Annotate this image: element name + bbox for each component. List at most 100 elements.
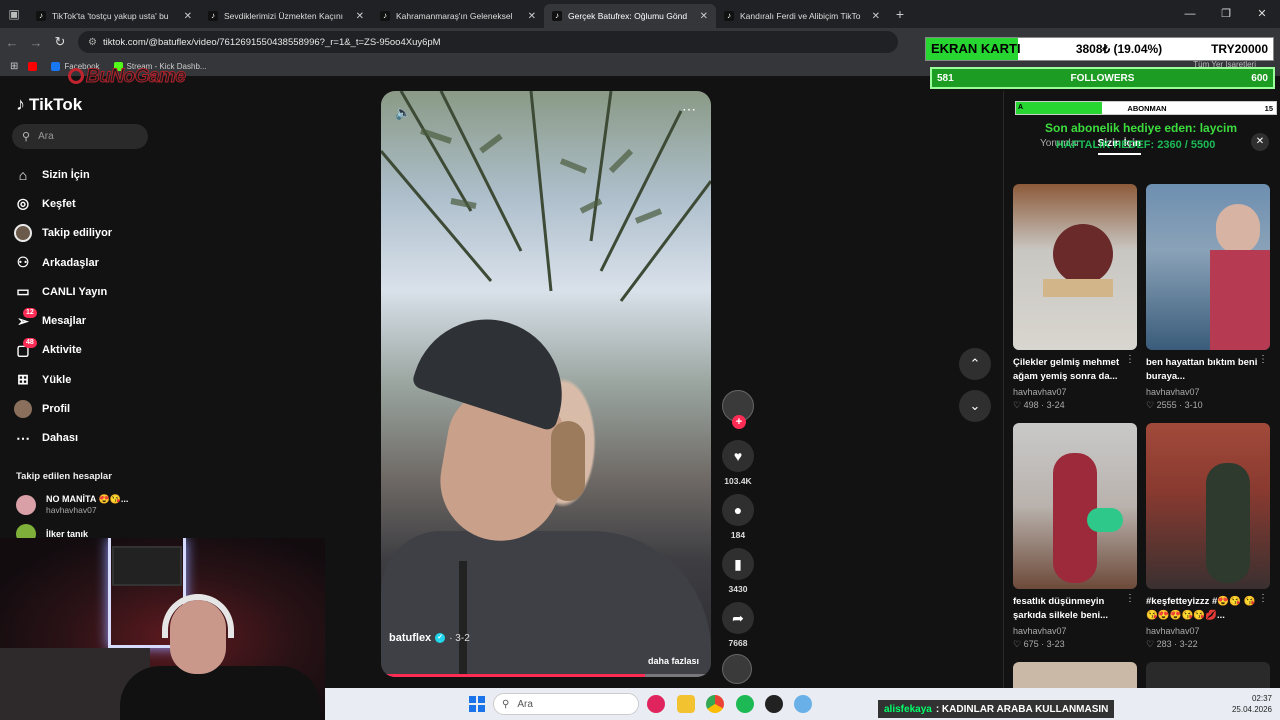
sidebar-item-more[interactable]: ⋯ Dahası <box>14 424 154 453</box>
tiktok-favicon-icon: ♪ <box>724 11 734 21</box>
close-tab-icon[interactable]: ✕ <box>700 11 708 22</box>
app-blue-icon[interactable] <box>794 695 812 713</box>
more-options-icon[interactable]: ⋮ <box>1125 593 1135 604</box>
weekly-goal-overlay: HAFTALIK HEDEF: 2360 / 5500 <box>1056 139 1216 151</box>
app-red-icon[interactable] <box>647 695 665 713</box>
video-card[interactable]: ⋮ ben hayattan bıktım beni buraya... hav… <box>1146 184 1270 411</box>
video-player[interactable]: 🔈 ⋯ batuflex ✓ · 3-2 daha fazlası <box>381 91 711 677</box>
reload-icon[interactable]: ↻ <box>48 34 72 50</box>
heart-outline-icon: ♡ <box>1146 639 1157 649</box>
heart-outline-icon: ♡ <box>1013 400 1024 410</box>
following-avatar-slot <box>14 224 32 243</box>
previous-video-button[interactable]: ⌃ <box>959 348 991 380</box>
more-options-icon[interactable]: ⋮ <box>1258 354 1268 365</box>
forward-icon[interactable]: → <box>24 35 48 50</box>
search-icon: ⚲ <box>22 131 31 143</box>
new-tab-button[interactable]: + <box>888 6 912 22</box>
video-thumbnail-partial[interactable] <box>1013 662 1137 688</box>
video-card[interactable]: ⋮ fesatlık düşünmeyin şarkıda silkele be… <box>1013 423 1137 650</box>
author-avatar[interactable]: + <box>722 390 754 429</box>
tiktok-favicon-icon: ♪ <box>380 11 390 21</box>
taskbar-clock[interactable]: 02:37 25.04.2026 <box>1232 693 1272 715</box>
bookmark-icon: ▮ <box>734 555 742 572</box>
followed-account[interactable]: NO MANİTA 😍😘... havhavhav07 <box>16 494 128 515</box>
browser-tab[interactable]: ♪ Kandıralı Ferdi ve Alibiçim TikTo ✕ <box>716 4 888 28</box>
restore-icon[interactable]: ❐ <box>1208 0 1244 28</box>
video-thumbnail[interactable] <box>1146 423 1270 589</box>
more-options-icon[interactable]: ⋮ <box>1258 593 1268 604</box>
browser-tab-active[interactable]: ♪ Gerçek Batufrex: Oğlumu Gönd ✕ <box>544 4 716 28</box>
thumb-shirt <box>1210 250 1270 350</box>
close-tab-icon[interactable]: ✕ <box>872 11 880 22</box>
sidebar-item-following[interactable]: Takip ediliyor <box>14 219 154 248</box>
avatar <box>14 224 32 243</box>
more-icon: ⋯ <box>16 429 30 446</box>
video-thumbnail-partial[interactable] <box>1146 662 1270 688</box>
card-meta: ♡ 283 · 3-22 <box>1146 639 1198 649</box>
follow-plus-icon[interactable]: + <box>732 415 746 429</box>
sidebar-item-messages[interactable]: ➢ 12 Mesajlar <box>14 306 154 335</box>
chevron-down-icon: ⌄ <box>969 398 981 413</box>
site-info-icon[interactable]: ⚙ <box>88 37 97 48</box>
close-tab-icon[interactable]: ✕ <box>184 11 192 22</box>
close-tab-icon[interactable]: ✕ <box>356 11 364 22</box>
sub-gift-overlay: Son abonelik hediye eden: laycim <box>1045 121 1238 135</box>
sidebar-item-live[interactable]: ▭ CANLI Yayın <box>14 277 154 306</box>
volume-icon[interactable]: 🔈 <box>395 105 411 121</box>
chevron-up-icon: ⌃ <box>969 356 981 371</box>
close-tab-icon[interactable]: ✕ <box>528 11 536 22</box>
sidebar-item-for-you[interactable]: ⌂ Sizin İçin <box>14 160 154 189</box>
sound-avatar[interactable] <box>722 654 752 684</box>
apps-icon[interactable]: ⊞ <box>10 61 18 72</box>
video-progress-bar[interactable] <box>381 674 711 677</box>
see-more-link[interactable]: daha fazlası <box>648 656 699 666</box>
browser-tabbar: ▣ ♪ TikTok'ta 'tostçu yakup usta' bu ✕ ♪ Se… <box>0 0 1280 28</box>
followers-overlay: 581 FOLLOWERS 600 <box>930 67 1275 89</box>
sidebar-item-activity[interactable]: ▢ 48 Aktivite <box>14 336 154 365</box>
video-card[interactable]: ⋮ Çilekler gelmiş mehmet ağam yemiş sonr… <box>1013 184 1137 411</box>
file-explorer-icon[interactable] <box>677 695 695 713</box>
search-input[interactable] <box>38 131 129 142</box>
browser-tab[interactable]: ♪ TikTok'ta 'tostçu yakup usta' bu ✕ <box>28 4 200 28</box>
close-panel-icon[interactable]: ✕ <box>1251 133 1269 151</box>
search-box: ⚲ <box>12 124 148 149</box>
video-author[interactable]: batuflex ✓ · 3-2 <box>389 632 470 644</box>
tiktok-logo[interactable]: ♪ TikTok <box>16 94 82 115</box>
sidebar-item-explore[interactable]: ◎ Keşfet <box>14 189 154 218</box>
browser-tab[interactable]: ♪ Sevdiklerimizi Üzmekten Kaçını ✕ <box>200 4 372 28</box>
browser-tab[interactable]: ♪ Kahramanmaraş'ın Geleneksel ✕ <box>372 4 544 28</box>
verified-icon: ✓ <box>435 633 446 643</box>
logo-ring-icon <box>68 68 84 84</box>
thumb-person <box>1053 224 1113 284</box>
taskbar-search[interactable]: ⚲ Ara <box>493 693 639 715</box>
windows-start-icon[interactable] <box>469 696 485 712</box>
heart-outline-icon: ♡ <box>1013 639 1024 649</box>
comment-button[interactable]: ● <box>722 494 754 526</box>
tab-search-icon[interactable]: ▣ <box>0 0 28 28</box>
upload-icon: ⊞ <box>17 371 29 388</box>
sidebar-item-friends[interactable]: ⚇ Arkadaşlar <box>14 248 154 277</box>
url-field[interactable]: ⚙ tiktok.com/@batuflex/video/761269155043… <box>78 31 898 53</box>
more-options-icon[interactable]: ⋯ <box>682 101 697 118</box>
minimize-icon[interactable]: — <box>1172 0 1208 28</box>
save-button[interactable]: ▮ <box>722 548 754 580</box>
sidebar-item-upload[interactable]: ⊞ Yükle <box>14 365 154 394</box>
back-icon[interactable]: ← <box>0 35 24 50</box>
like-button[interactable]: ♥ <box>722 440 754 472</box>
obs-icon[interactable] <box>765 695 783 713</box>
video-thumbnail[interactable] <box>1013 423 1137 589</box>
next-video-button[interactable]: ⌄ <box>959 390 991 422</box>
comment-icon: ● <box>733 502 743 518</box>
video-thumbnail[interactable] <box>1013 184 1137 350</box>
chrome-icon[interactable] <box>706 695 724 713</box>
sidebar-item-profile[interactable]: Profil <box>14 394 154 423</box>
share-button[interactable]: ➦ <box>722 602 754 634</box>
close-window-icon[interactable]: ✕ <box>1244 0 1280 28</box>
video-card[interactable]: ⋮ #keşfetteyizzz #😍😘 😘😘😍😍😘😘💋... havhavha… <box>1146 423 1270 650</box>
more-options-icon[interactable]: ⋮ <box>1125 354 1135 365</box>
sidebar-nav: ⌂ Sizin İçin ◎ Keşfet Takip ediliyor ⚇ Arka… <box>14 160 154 453</box>
spotify-icon[interactable] <box>736 695 754 713</box>
youtube-bookmark[interactable] <box>28 61 41 71</box>
video-thumbnail[interactable] <box>1146 184 1270 350</box>
video-actions: + ♥ 103.4K ● 184 ▮ 3430 ➦ 7668 <box>722 390 754 684</box>
